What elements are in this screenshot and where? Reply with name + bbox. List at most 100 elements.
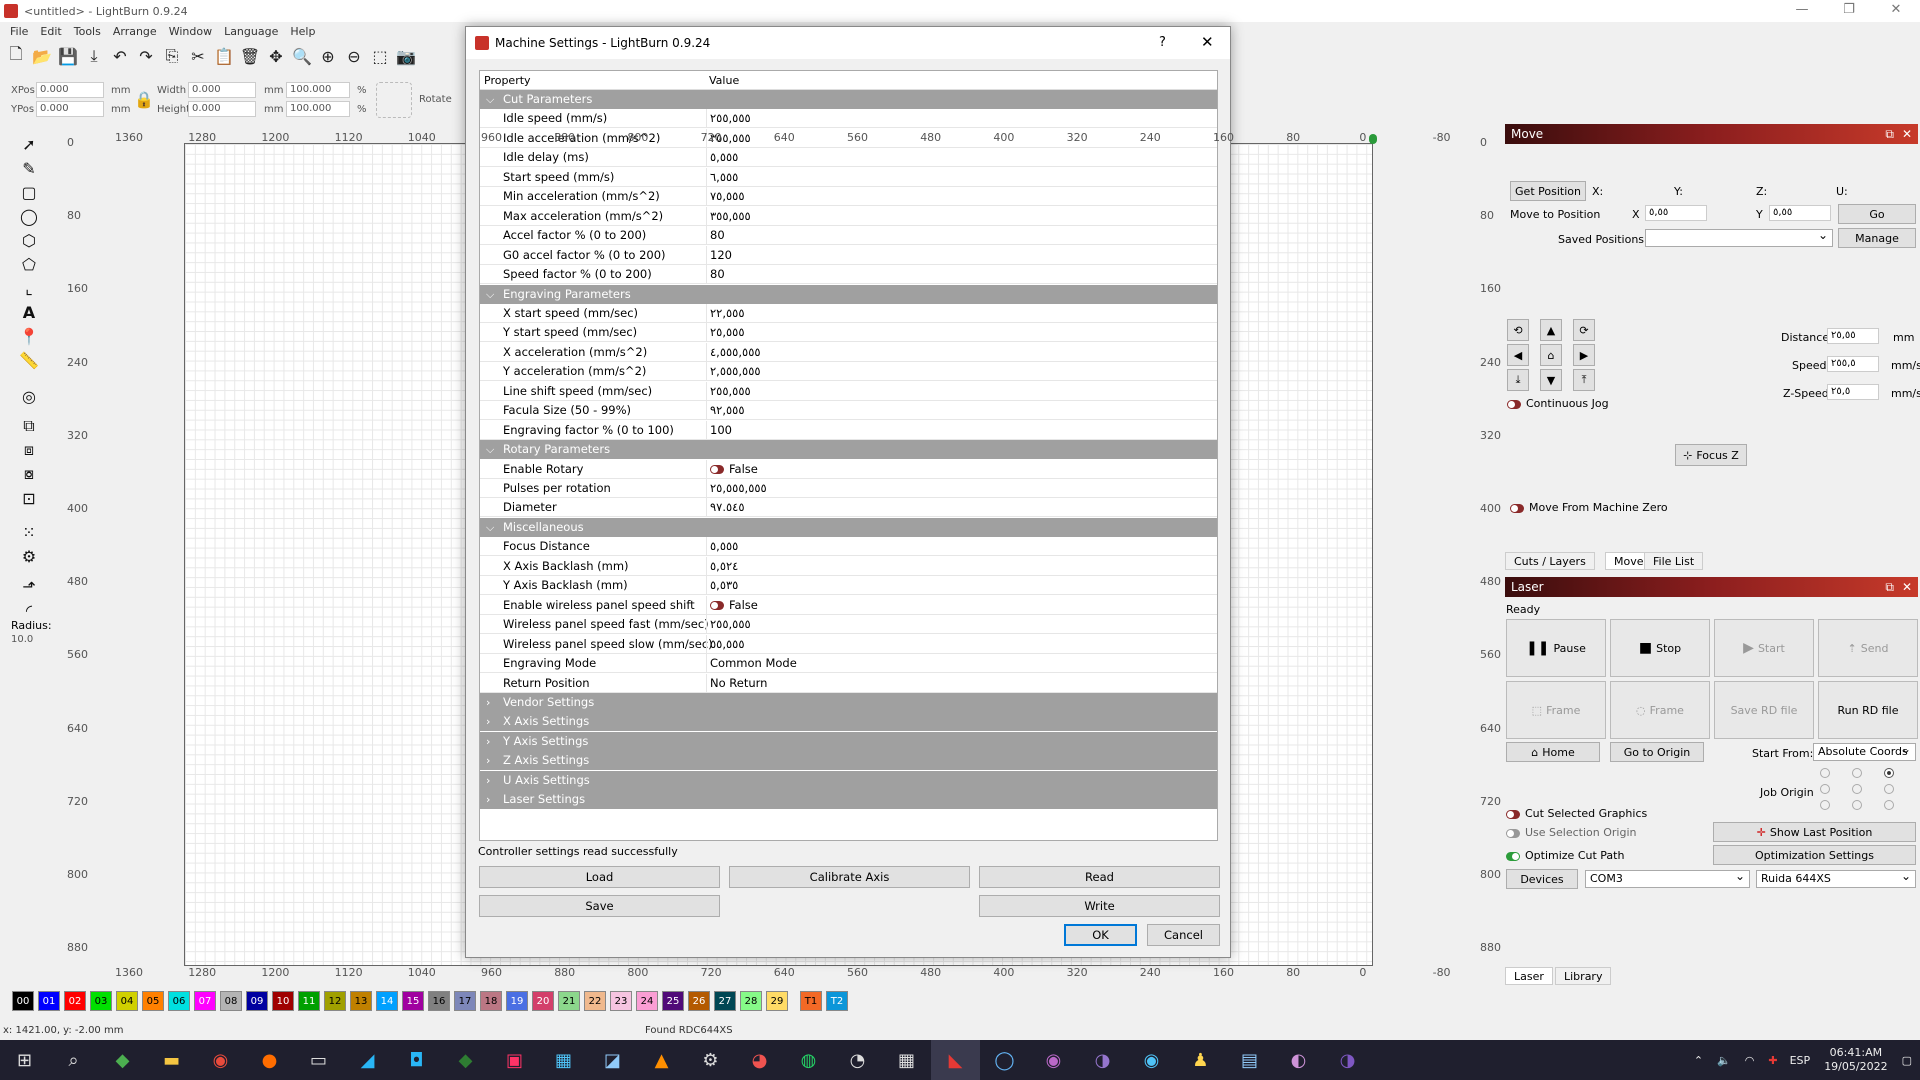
move-from-zero-toggle[interactable]: Move From Machine Zero [1510,501,1668,514]
device-select[interactable]: Ruida 644XS [1756,868,1916,888]
table-row[interactable]: Line shift speed (mm/sec) ٢٥٥,٥٥٥ [480,381,1217,401]
search-icon[interactable]: ⌕ [49,1040,98,1080]
property-value[interactable]: ٢٥,٥٥٥,٥٥٥ [706,479,1217,498]
move-icon[interactable]: ✥ [264,44,288,68]
property-value[interactable]: ٢٢,٥٥٥ [706,303,1217,323]
jog-left-icon[interactable]: ◀ [1507,344,1529,366]
section-header[interactable]: ⌵ Cut Parameters [480,90,1217,109]
palette-color-16[interactable]: 16 [428,991,450,1011]
palette-color-T2[interactable]: T2 [826,991,848,1011]
height-input[interactable]: 0.000 [188,101,256,117]
app-icon[interactable]: ◆ [98,1040,147,1080]
file-explorer-icon[interactable]: ▬ [147,1040,196,1080]
table-row[interactable]: Pulses per rotation ٢٥,٥٥٥,٥٥٥ [480,479,1217,498]
optimize-cut-path-toggle[interactable]: Optimize Cut Path [1506,849,1624,862]
app-icon[interactable]: ◉ [1029,1040,1078,1080]
tab-laser[interactable]: Laser [1505,967,1553,985]
palette-color-00[interactable]: 00 [12,991,34,1011]
cut-selected-toggle[interactable]: Cut Selected Graphics [1506,807,1647,820]
palette-color-21[interactable]: 21 [558,991,580,1011]
speedometer-icon[interactable]: ◔ [833,1040,882,1080]
close-app-button[interactable]: ✕ [1876,0,1916,22]
app-icon[interactable]: ◑ [1078,1040,1127,1080]
whatsapp-icon[interactable]: ◍ [784,1040,833,1080]
lightburn-taskbar-icon[interactable]: ◣ [931,1040,980,1080]
palette-color-23[interactable]: 23 [610,991,632,1011]
frame-rect-button[interactable]: ⬚ Frame [1506,681,1606,739]
origin-radio[interactable] [1852,800,1862,810]
app-icon[interactable]: ● [245,1040,294,1080]
zspeed-input[interactable]: ٢٥,٥ [1827,384,1879,400]
width-percent-input[interactable]: 100.000 [286,82,350,98]
table-row[interactable]: X acceleration (mm/s^2) ٤,٥٥٥,٥٥٥ [480,342,1217,362]
property-value[interactable]: ٥٥,٥٥٥ [706,634,1217,654]
save-rd-button[interactable]: Save RD file [1714,681,1814,739]
table-row[interactable]: Engraving factor % (0 to 100) 100 [480,420,1217,440]
property-value[interactable]: ٢٥,٥٥٥ [706,323,1217,343]
calibrate-axis-button[interactable]: Calibrate Axis [729,866,970,888]
rotate-cw-icon[interactable]: ⟳ [1573,319,1595,341]
app-icon[interactable]: ▦ [539,1040,588,1080]
action-center-icon[interactable]: ▢ [1902,1054,1912,1067]
send-button[interactable]: ⇡ Send [1818,619,1918,677]
ruler-tool-icon[interactable]: 📏 [16,348,42,372]
ypos-input[interactable]: 0.000 [36,101,104,117]
height-percent-input[interactable]: 100.000 [286,101,350,117]
palette-color-05[interactable]: 05 [142,991,164,1011]
app-icon[interactable]: ◢ [343,1040,392,1080]
property-value[interactable]: No Return [706,673,1217,693]
maximize-button[interactable]: ❐ [1829,0,1869,22]
app-icon[interactable]: ▭ [294,1040,343,1080]
circular-array-icon[interactable]: ⚙ [16,544,42,568]
section-header[interactable]: ⌵ Rotary Parameters [480,440,1217,460]
paste-icon[interactable]: 📋 [212,44,236,68]
palette-color-13[interactable]: 13 [350,991,372,1011]
menu-arrange[interactable]: Arrange [107,23,163,41]
palette-color-28[interactable]: 28 [740,991,762,1011]
text-tool-icon[interactable]: A [16,300,42,324]
app-icon[interactable]: ▤ [1225,1040,1274,1080]
write-button[interactable]: Write [979,895,1220,917]
property-value[interactable]: 80 [706,226,1217,246]
property-value[interactable]: ٥,٥٢٤ [706,556,1217,576]
palette-color-01[interactable]: 01 [38,991,60,1011]
help-button[interactable]: ? [1159,35,1166,50]
import-icon[interactable]: ⤓ [82,44,106,68]
toggle-switch-icon[interactable] [710,600,724,610]
clock[interactable]: 06:41:AM 19/05/2022 [1824,1046,1887,1074]
lock-ratio-icon[interactable]: 🔒 [134,90,154,109]
show-last-position-button[interactable]: ✛ Show Last Position [1713,822,1916,842]
start-from-select[interactable]: Absolute Coords [1813,741,1916,761]
property-value[interactable]: ٦,٥٥٥ [706,167,1217,187]
rectangle-tool-icon[interactable]: ▢ [16,180,42,204]
optimization-settings-button[interactable]: Optimization Settings [1713,845,1916,865]
palette-color-27[interactable]: 27 [714,991,736,1011]
origin-radio[interactable] [1852,768,1862,778]
palette-color-11[interactable]: 11 [298,991,320,1011]
use-selection-origin-toggle[interactable]: Use Selection Origin [1506,826,1636,839]
cut-icon[interactable]: ✂ [186,44,210,68]
origin-radio[interactable] [1820,800,1830,810]
property-value[interactable]: ٥,٥٥٥ [706,537,1217,557]
read-button[interactable]: Read [979,866,1220,888]
property-value[interactable]: Common Mode [706,654,1217,674]
section-header[interactable]: › Y Axis Settings [480,731,1217,751]
camera-icon[interactable]: 📷 [394,44,418,68]
measure-icon[interactable]: ⌞ [16,276,42,300]
move-x-input[interactable]: ٥,٥٥ [1645,205,1707,221]
chat-icon[interactable]: ◯ [980,1040,1029,1080]
section-header[interactable]: › Vendor Settings [480,692,1217,712]
table-row[interactable]: Engraving Mode Common Mode [480,654,1217,674]
xpos-input[interactable]: 0.000 [36,82,104,98]
table-row[interactable]: Idle delay (ms) ٥,٥٥٥ [480,148,1217,168]
palette-color-03[interactable]: 03 [90,991,112,1011]
tab-cuts-layers[interactable]: Cuts / Layers [1505,552,1595,570]
devices-button[interactable]: Devices [1506,869,1578,889]
save-button[interactable]: Save [479,895,720,917]
property-value[interactable]: ٩٧.٥٤٥ [706,498,1217,518]
frame-circle-button[interactable]: ◌ Frame [1610,681,1710,739]
boolean-subtract-icon[interactable]: ⧈ [16,438,42,462]
origin-grid-icon[interactable] [376,82,412,118]
minimize-button[interactable]: — [1782,0,1822,22]
app-icon[interactable]: ◐ [1274,1040,1323,1080]
